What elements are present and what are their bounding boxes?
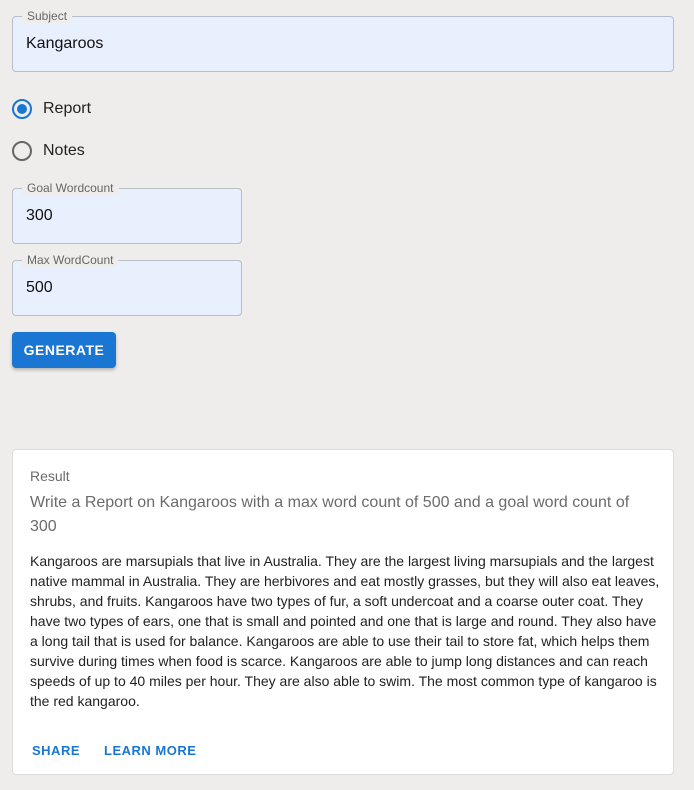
generate-button[interactable]: GENERATE: [12, 332, 116, 368]
max-wordcount-field[interactable]: Max WordCount: [12, 253, 242, 316]
radio-report-circle[interactable]: [12, 99, 32, 119]
card-actions: SHARE LEARN MORE: [23, 739, 211, 762]
max-wordcount-input[interactable]: [26, 261, 228, 315]
result-heading: Write a Report on Kangaroos with a max w…: [30, 494, 630, 535]
share-button[interactable]: SHARE: [23, 739, 89, 762]
result-body: Kangaroos are marsupials that live in Au…: [30, 553, 660, 709]
radio-notes-label[interactable]: Notes: [43, 142, 85, 160]
goal-wordcount-field[interactable]: Goal Wordcount: [12, 181, 242, 244]
subject-field[interactable]: Subject: [12, 9, 674, 72]
result-card: Result Write a Report on Kangaroos with …: [12, 449, 674, 775]
radio-notes-circle[interactable]: [12, 141, 32, 161]
result-overline: Result: [30, 468, 70, 484]
subject-input[interactable]: [26, 17, 660, 71]
radio-report-label[interactable]: Report: [43, 100, 91, 118]
radio-notes[interactable]: Notes: [12, 139, 85, 163]
learn-more-button[interactable]: LEARN MORE: [95, 739, 205, 762]
goal-wordcount-input[interactable]: [26, 189, 228, 243]
radio-report[interactable]: Report: [12, 97, 91, 121]
